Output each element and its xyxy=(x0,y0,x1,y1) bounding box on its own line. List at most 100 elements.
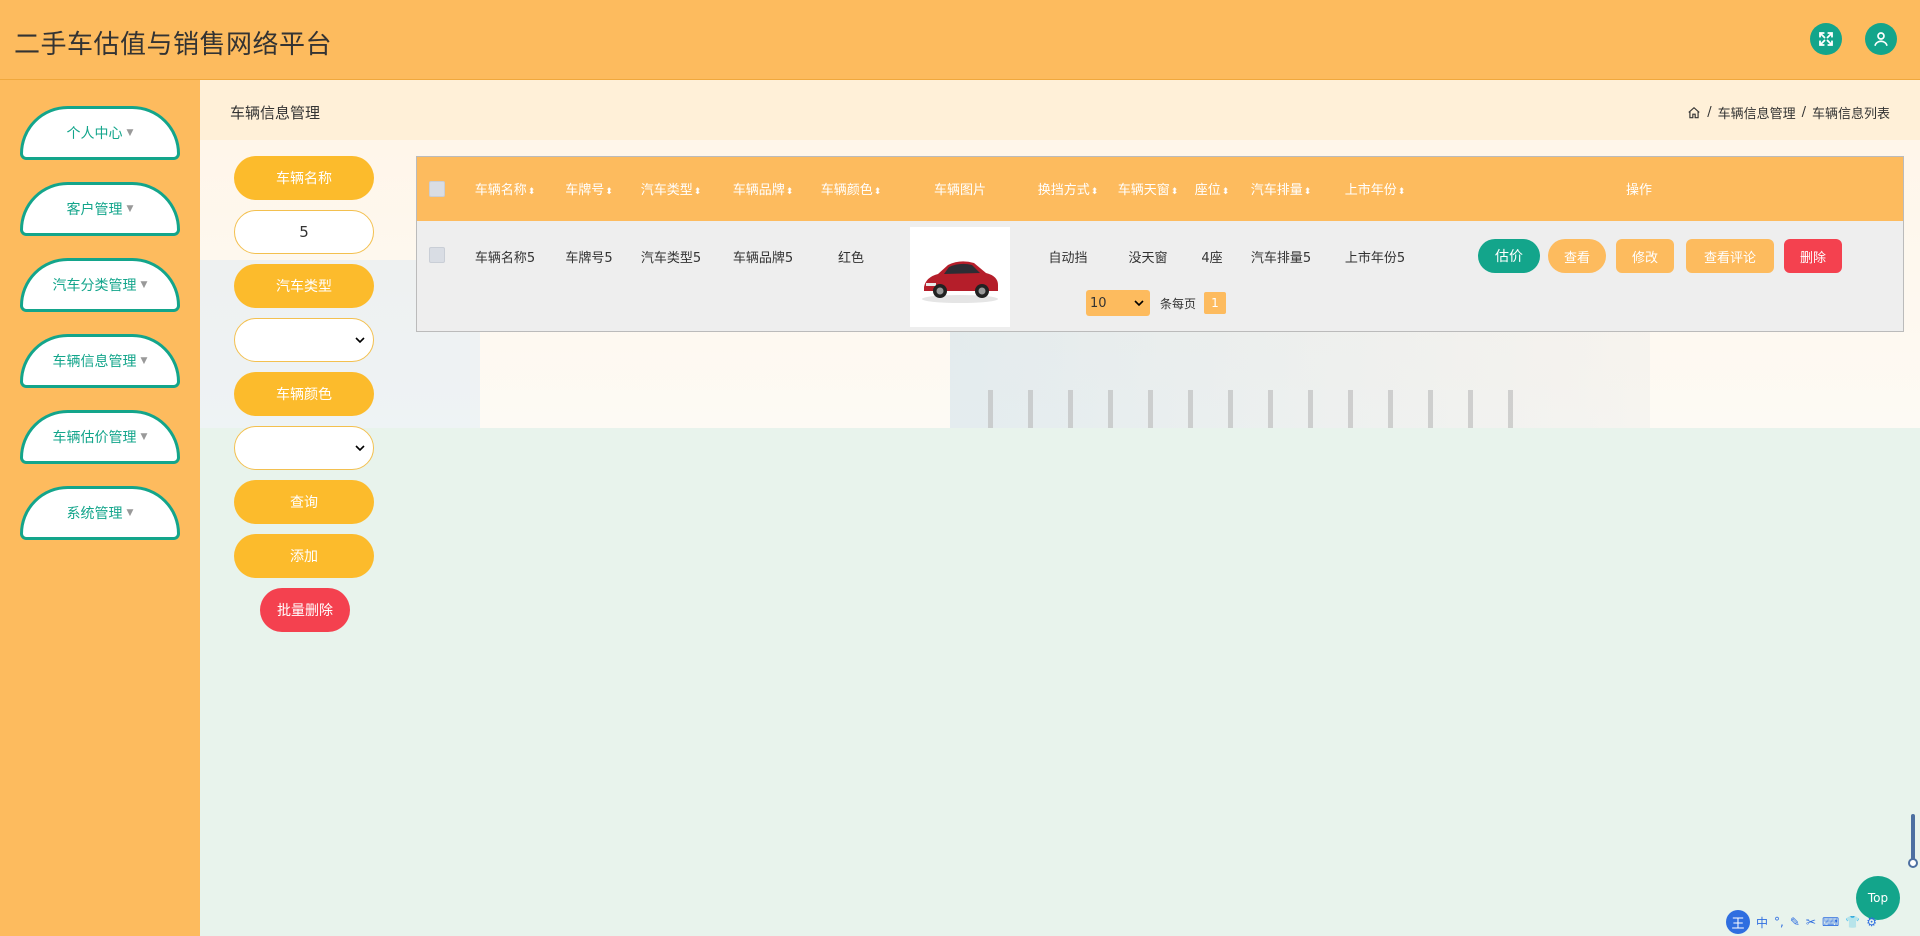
scroll-handle[interactable] xyxy=(1908,858,1918,868)
column-header[interactable]: 车牌号⬍ xyxy=(565,179,613,198)
cell-color: 红色 xyxy=(837,251,865,266)
sidebar-item-label: 汽车分类管理 xyxy=(52,278,137,294)
valuation-button[interactable]: 估价 xyxy=(1478,239,1540,273)
sort-icon: ⬍ xyxy=(693,187,702,197)
select-all-checkbox[interactable] xyxy=(429,181,445,197)
column-header[interactable]: 换挡方式⬍ xyxy=(1038,179,1099,198)
cell-car-type: 汽车类型5 xyxy=(640,251,702,266)
fullscreen-icon[interactable] xyxy=(1810,23,1842,55)
ime-toolbar: 王 中 °, ✎ ✂ ⌨ 👕 ⚙ xyxy=(1722,908,1920,936)
breadcrumb-separator: / xyxy=(1707,105,1712,120)
scroll-indicator[interactable] xyxy=(1911,814,1915,864)
car-type-select[interactable] xyxy=(234,318,374,362)
sidebar-item-customer[interactable]: 客户管理 ▼ xyxy=(20,182,180,236)
page-size-select[interactable]: 10 xyxy=(1086,290,1150,316)
batch-delete-button[interactable]: 批量删除 xyxy=(260,588,350,632)
cell-sunroof: 没天窗 xyxy=(1128,251,1168,266)
cell-year: 上市年份5 xyxy=(1344,251,1406,266)
sidebar-item-label: 个人中心 xyxy=(66,126,123,142)
view-button[interactable]: 查看 xyxy=(1548,239,1606,273)
ime-punctuation-icon[interactable]: °, xyxy=(1774,915,1784,929)
add-button[interactable]: 添加 xyxy=(234,534,374,578)
home-icon[interactable] xyxy=(1687,106,1701,120)
table-header: 车辆名称⬍ 车牌号⬍ 汽车类型⬍ 车辆品牌⬍ 车辆颜色⬍ 车辆图片 换挡方式⬍ … xyxy=(417,157,1903,221)
cell-seats: 4座 xyxy=(1201,251,1223,266)
sort-icon: ⬍ xyxy=(1221,187,1230,197)
per-page-label: 条每页 xyxy=(1160,297,1197,311)
page-number-button[interactable]: 1 xyxy=(1204,292,1226,314)
sidebar-item-label: 客户管理 xyxy=(66,202,123,218)
red-car-icon xyxy=(922,261,998,303)
sort-icon: ⬍ xyxy=(785,187,794,197)
sort-icon: ⬍ xyxy=(1170,187,1179,197)
sidebar-item-vehicle-info[interactable]: 车辆信息管理 ▼ xyxy=(20,334,180,388)
delete-button[interactable]: 删除 xyxy=(1784,239,1842,273)
cell-displacement: 汽车排量5 xyxy=(1250,251,1312,266)
chevron-down-icon xyxy=(355,445,365,452)
column-header[interactable]: 汽车排量⬍ xyxy=(1251,179,1312,198)
ime-keyboard-icon[interactable]: ⌨ xyxy=(1822,915,1839,929)
edit-button[interactable]: 修改 xyxy=(1616,239,1674,273)
ime-chinese-toggle[interactable]: 中 xyxy=(1756,914,1768,931)
background-fence xyxy=(988,390,1548,428)
page-title: 车辆信息管理 xyxy=(230,104,321,122)
chevron-down-icon xyxy=(355,337,365,344)
main-content: 车辆信息管理 / 车辆信息管理 / 车辆信息列表 车辆名称 5 汽车类型 车辆颜… xyxy=(200,80,1920,936)
vehicle-image[interactable] xyxy=(910,227,1010,327)
caret-down-icon: ▼ xyxy=(126,204,134,214)
sidebar: 个人中心 ▼ 客户管理 ▼ 汽车分类管理 ▼ 车辆信息管理 ▼ 车辆估价管理 ▼ 系统管理… xyxy=(0,80,200,936)
sort-icon: ⬍ xyxy=(873,187,882,197)
sidebar-item-label: 系统管理 xyxy=(66,506,123,522)
breadcrumb-separator: / xyxy=(1801,105,1806,120)
vehicle-name-label: 车辆名称 xyxy=(234,156,374,200)
column-header[interactable]: 上市年份⬍ xyxy=(1345,179,1406,198)
caret-down-icon: ▼ xyxy=(126,128,134,138)
page-size-value: 10 xyxy=(1090,295,1107,311)
sort-icon: ⬍ xyxy=(605,187,613,197)
column-header: 操作 xyxy=(1625,183,1653,198)
column-header[interactable]: 车辆名称⬍ xyxy=(475,179,536,198)
sidebar-item-label: 车辆估价管理 xyxy=(52,430,137,446)
ime-scissors-icon[interactable]: ✂ xyxy=(1806,915,1816,929)
view-comments-button[interactable]: 查看评论 xyxy=(1686,239,1774,273)
sidebar-item-system[interactable]: 系统管理 ▼ xyxy=(20,486,180,540)
sort-icon: ⬍ xyxy=(1397,187,1406,197)
column-header[interactable]: 车辆品牌⬍ xyxy=(733,179,794,198)
column-header[interactable]: 座位⬍ xyxy=(1195,179,1230,198)
column-header[interactable]: 车辆颜色⬍ xyxy=(821,179,882,198)
sort-icon: ⬍ xyxy=(527,187,536,197)
cell-gear: 自动挡 xyxy=(1048,251,1088,266)
vehicle-name-input[interactable]: 5 xyxy=(234,210,374,254)
cell-vehicle-name: 车辆名称5 xyxy=(474,251,536,266)
sidebar-item-label: 车辆信息管理 xyxy=(52,354,137,370)
vehicle-color-label: 车辆颜色 xyxy=(234,372,374,416)
caret-down-icon: ▼ xyxy=(140,280,148,290)
breadcrumb-bar: 车辆信息管理 / 车辆信息管理 / 车辆信息列表 xyxy=(200,80,1920,140)
caret-down-icon: ▼ xyxy=(140,356,148,366)
sidebar-item-personal-center[interactable]: 个人中心 ▼ xyxy=(20,106,180,160)
sort-icon: ⬍ xyxy=(1090,187,1099,197)
top-header: 二手车估值与销售网络平台 xyxy=(0,0,1920,80)
sidebar-item-valuation[interactable]: 车辆估价管理 ▼ xyxy=(20,410,180,464)
ime-handwrite-icon[interactable]: ✎ xyxy=(1790,915,1800,929)
row-checkbox[interactable] xyxy=(429,247,445,263)
car-type-label: 汽车类型 xyxy=(234,264,374,308)
sort-icon: ⬍ xyxy=(1303,187,1312,197)
query-button[interactable]: 查询 xyxy=(234,480,374,524)
column-header[interactable]: 车辆天窗⬍ xyxy=(1118,179,1179,198)
app-title: 二手车估值与销售网络平台 xyxy=(14,30,333,60)
vehicle-color-select[interactable] xyxy=(234,426,374,470)
cell-brand: 车辆品牌5 xyxy=(732,251,794,266)
caret-down-icon: ▼ xyxy=(126,508,134,518)
sidebar-item-car-category[interactable]: 汽车分类管理 ▼ xyxy=(20,258,180,312)
ime-logo-icon[interactable]: 王 xyxy=(1726,910,1750,934)
chevron-down-icon xyxy=(1134,300,1144,307)
ime-settings-icon[interactable]: ⚙ xyxy=(1866,915,1877,929)
cell-plate: 车牌号5 xyxy=(565,251,613,266)
caret-down-icon: ▼ xyxy=(140,432,148,442)
column-header[interactable]: 汽车类型⬍ xyxy=(641,179,702,198)
breadcrumb: / 车辆信息管理 / 车辆信息列表 xyxy=(1687,103,1890,122)
breadcrumb-item[interactable]: 车辆信息管理 xyxy=(1718,103,1796,122)
user-icon[interactable] xyxy=(1865,23,1897,55)
ime-skin-icon[interactable]: 👕 xyxy=(1845,915,1860,929)
